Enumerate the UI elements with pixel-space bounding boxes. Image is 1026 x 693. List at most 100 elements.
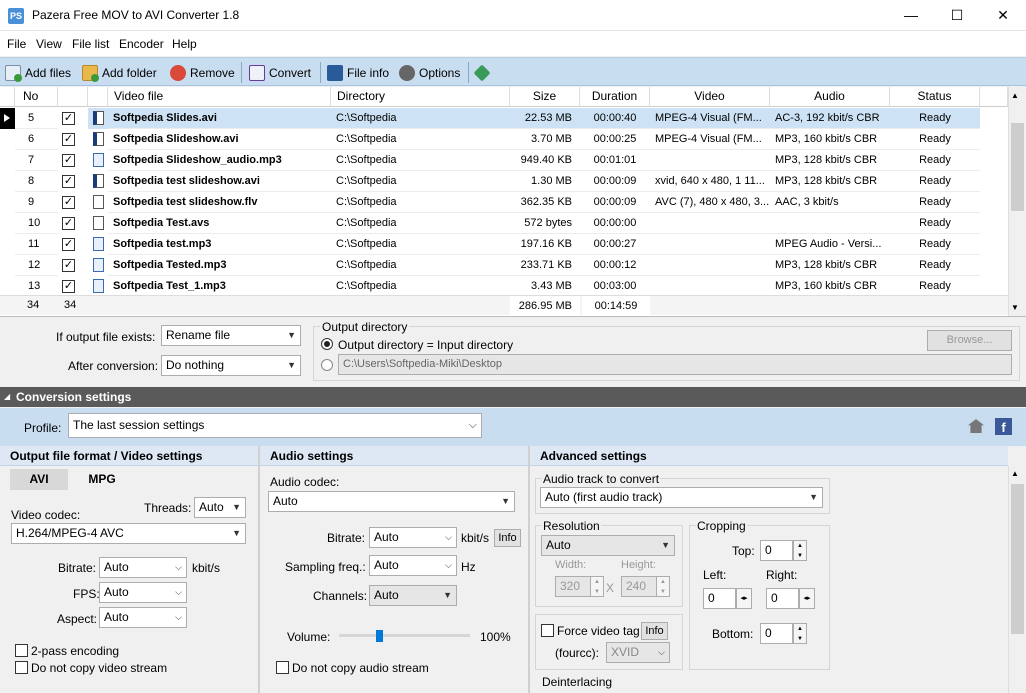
resolution-select[interactable]: Auto ▼ bbox=[541, 535, 675, 556]
table-row[interactable]: 5 Softpedia Slides.avi C:\Softpedia 22.53 M… bbox=[0, 108, 1008, 129]
audio-codec-select[interactable]: Auto ▼ bbox=[268, 491, 515, 512]
custom-directory-input[interactable]: C:\Users\Softpedia-Miki\Desktop bbox=[338, 354, 1012, 375]
remove-button[interactable]: Remove bbox=[170, 64, 235, 82]
col-icon bbox=[88, 87, 108, 107]
add-files-button[interactable]: Add files bbox=[5, 64, 71, 82]
after-conversion-select[interactable]: Do nothing ▼ bbox=[161, 355, 301, 376]
tab-avi[interactable]: AVI bbox=[10, 469, 68, 490]
col-status[interactable]: Status bbox=[890, 87, 980, 107]
height-input[interactable]: 240 bbox=[621, 576, 657, 597]
row-checkbox[interactable]: ✓ bbox=[62, 112, 75, 125]
volume-slider[interactable] bbox=[339, 626, 470, 642]
menu-file-list[interactable]: File list bbox=[72, 37, 109, 51]
col-size[interactable]: Size bbox=[510, 87, 580, 107]
table-row[interactable]: 11 Softpedia test.mp3 C:\Softpedia 197.16 K… bbox=[0, 234, 1008, 255]
cell-no: 8 bbox=[15, 171, 58, 192]
table-row[interactable]: 12 Softpedia Tested.mp3 C:\Softpedia 233.71… bbox=[0, 255, 1008, 276]
menu-view[interactable]: View bbox=[36, 37, 62, 51]
table-row[interactable]: 6 Softpedia Slideshow.avi C:\Softpedia 3.70… bbox=[0, 129, 1008, 150]
scroll-thumb[interactable] bbox=[1011, 123, 1024, 211]
table-row[interactable]: 13 Softpedia Test_1.mp3 C:\Softpedia 3.43 M… bbox=[0, 276, 1008, 297]
width-spinner[interactable]: ▲ ▼ bbox=[590, 576, 604, 597]
row-checkbox[interactable]: ✓ bbox=[62, 238, 75, 251]
home-icon[interactable] bbox=[968, 419, 984, 433]
menu-file[interactable]: File bbox=[7, 37, 26, 51]
audio-bitrate-select[interactable]: Auto ⌵ bbox=[369, 527, 457, 548]
scroll-down-arrow[interactable]: ▼ bbox=[1011, 303, 1019, 312]
threads-select[interactable]: Auto ▼ bbox=[194, 497, 246, 518]
no-copy-video-checkbox[interactable] bbox=[15, 661, 28, 674]
add-folder-button[interactable]: Add folder bbox=[82, 64, 157, 82]
crop-right-spinner[interactable]: ◂▸ bbox=[799, 588, 815, 609]
tab-mpg[interactable]: MPG bbox=[68, 469, 136, 490]
crop-right-input[interactable]: 0 bbox=[766, 588, 799, 609]
col-video[interactable]: Video bbox=[650, 87, 770, 107]
table-scrollbar[interactable]: ▲ ▼ bbox=[1008, 87, 1026, 316]
scroll-up-arrow[interactable]: ▲ bbox=[1011, 469, 1019, 478]
scroll-thumb[interactable] bbox=[1011, 484, 1024, 634]
width-input[interactable]: 320 bbox=[555, 576, 591, 597]
options-button[interactable]: Options bbox=[399, 64, 460, 82]
col-duration[interactable]: Duration bbox=[580, 87, 650, 107]
radio-custom-directory[interactable] bbox=[321, 359, 333, 371]
minimize-button[interactable]: — bbox=[888, 0, 934, 31]
no-copy-audio-checkbox[interactable] bbox=[276, 661, 289, 674]
table-row[interactable]: 10 Softpedia Test.avs C:\Softpedia 572 byte… bbox=[0, 213, 1008, 234]
menu-help[interactable]: Help bbox=[172, 37, 197, 51]
crop-left-spinner[interactable]: ◂▸ bbox=[736, 588, 752, 609]
pin-button[interactable] bbox=[473, 64, 491, 82]
crop-top-input[interactable]: 0 bbox=[760, 540, 793, 561]
conversion-settings-header[interactable]: Conversion settings bbox=[0, 387, 1026, 407]
menu-encoder[interactable]: Encoder bbox=[119, 37, 164, 51]
cell-size: 362.35 KB bbox=[510, 192, 580, 213]
profile-select[interactable]: The last session settings ⌵ bbox=[68, 413, 482, 438]
row-checkbox[interactable]: ✓ bbox=[62, 154, 75, 167]
video-tag-info-button[interactable]: Info bbox=[641, 622, 668, 640]
facebook-icon[interactable]: f bbox=[995, 418, 1012, 435]
crop-top-spinner[interactable]: ▲ ▼ bbox=[793, 540, 807, 561]
row-checkbox[interactable]: ✓ bbox=[62, 196, 75, 209]
cell-file: Softpedia Test_1.mp3 bbox=[108, 276, 331, 297]
col-audio[interactable]: Audio bbox=[770, 87, 890, 107]
audio-info-button[interactable]: Info bbox=[494, 529, 521, 547]
row-checkbox[interactable]: ✓ bbox=[62, 259, 75, 272]
sampling-select[interactable]: Auto ⌵ bbox=[369, 555, 457, 576]
crop-left-input[interactable]: 0 bbox=[703, 588, 736, 609]
row-checkbox[interactable]: ✓ bbox=[62, 133, 75, 146]
force-tag-checkbox[interactable] bbox=[541, 624, 554, 637]
close-button[interactable]: ✕ bbox=[980, 0, 1026, 31]
crop-bottom-input[interactable]: 0 bbox=[760, 623, 793, 644]
scroll-up-arrow[interactable]: ▲ bbox=[1011, 91, 1019, 100]
height-spinner[interactable]: ▲ ▼ bbox=[656, 576, 670, 597]
video-bitrate-select[interactable]: Auto ⌵ bbox=[99, 557, 187, 578]
col-directory[interactable]: Directory bbox=[331, 87, 510, 107]
audio-track-select[interactable]: Auto (first audio track) ▼ bbox=[540, 487, 823, 508]
crop-bottom-spinner[interactable]: ▲ ▼ bbox=[793, 623, 807, 644]
file-info-button[interactable]: File info bbox=[327, 64, 389, 82]
channels-select[interactable]: Auto ▼ bbox=[369, 585, 457, 606]
advanced-scrollbar[interactable]: ▲ bbox=[1008, 466, 1026, 693]
col-video-file[interactable]: Video file bbox=[108, 87, 331, 107]
fps-select[interactable]: Auto ⌵ bbox=[99, 582, 187, 603]
aspect-select[interactable]: Auto ⌵ bbox=[99, 607, 187, 628]
video-settings-header: Output file format / Video settings bbox=[0, 446, 258, 466]
convert-button[interactable]: Convert bbox=[249, 64, 311, 82]
volume-thumb[interactable] bbox=[376, 630, 383, 642]
if-exists-select[interactable]: Rename file ▼ bbox=[161, 325, 301, 346]
col-no[interactable]: No bbox=[15, 87, 58, 107]
row-checkbox[interactable]: ✓ bbox=[62, 175, 75, 188]
table-row[interactable]: 8 Softpedia test slideshow.avi C:\Softpedi… bbox=[0, 171, 1008, 192]
two-pass-checkbox[interactable] bbox=[15, 644, 28, 657]
browse-button[interactable]: Browse... bbox=[927, 330, 1012, 351]
row-checkbox[interactable]: ✓ bbox=[62, 217, 75, 230]
radio-input-directory[interactable] bbox=[321, 338, 333, 350]
row-checkbox[interactable]: ✓ bbox=[62, 280, 75, 293]
fourcc-select[interactable]: XVID ⌵ bbox=[606, 642, 670, 663]
file-list-table[interactable]: No Video file Directory Size Duration Vi… bbox=[0, 87, 1026, 317]
video-codec-select[interactable]: H.264/MPEG-4 AVC ▼ bbox=[11, 523, 246, 544]
col-check[interactable] bbox=[58, 87, 88, 107]
table-row[interactable]: 9 Softpedia test slideshow.flv C:\Softpedi… bbox=[0, 192, 1008, 213]
table-row[interactable]: 7 Softpedia Slideshow_audio.mp3 C:\Softped… bbox=[0, 150, 1008, 171]
maximize-button[interactable]: ☐ bbox=[934, 0, 980, 31]
collapse-icon[interactable]: ◢ bbox=[4, 392, 10, 401]
